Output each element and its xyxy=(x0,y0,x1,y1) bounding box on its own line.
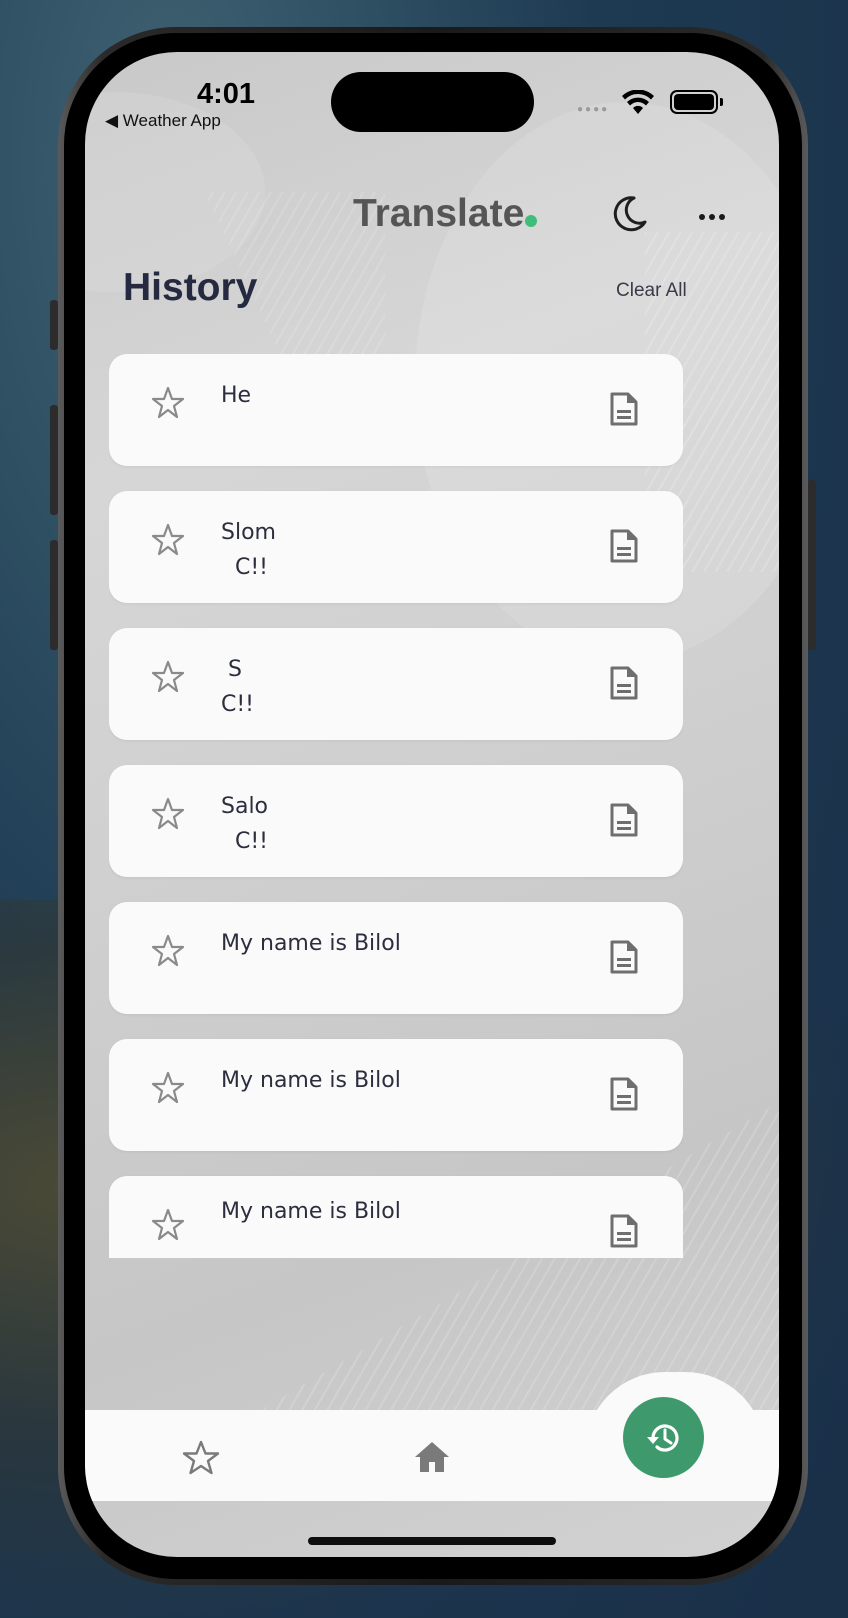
dot xyxy=(699,214,705,220)
page-title: History xyxy=(123,266,258,309)
dot xyxy=(709,214,715,220)
document-icon[interactable] xyxy=(609,391,639,427)
battery-tip xyxy=(720,98,723,106)
status-indicators: ●●●● xyxy=(577,88,727,116)
document-icon[interactable] xyxy=(609,528,639,564)
dot xyxy=(719,214,725,220)
history-item-text: My name is Bilol xyxy=(221,1068,401,1093)
history-item[interactable]: Slom C!! xyxy=(109,491,683,603)
wifi-icon xyxy=(622,90,654,114)
document-icon[interactable] xyxy=(609,1076,639,1112)
history-item-text: He xyxy=(221,383,252,408)
star-icon[interactable] xyxy=(151,934,185,968)
document-icon[interactable] xyxy=(609,939,639,975)
history-item[interactable]: My name is Bilol xyxy=(109,1039,683,1151)
history-item-text: Slom C!! xyxy=(221,520,276,580)
power-button xyxy=(808,480,816,650)
history-item[interactable]: My name is Bilol xyxy=(109,1176,683,1258)
history-item[interactable]: He xyxy=(109,354,683,466)
star-icon[interactable] xyxy=(151,797,185,831)
home-indicator[interactable] xyxy=(308,1537,556,1545)
more-options-button[interactable] xyxy=(690,202,734,232)
back-to-app-link[interactable]: ◀ Weather App xyxy=(105,111,221,131)
history-item[interactable]: My name is Bilol xyxy=(109,902,683,1014)
clear-all-button[interactable]: Clear All xyxy=(616,280,687,302)
document-icon[interactable] xyxy=(609,802,639,838)
status-time: 4:01 xyxy=(196,78,256,110)
star-icon[interactable] xyxy=(151,1071,185,1105)
star-icon[interactable] xyxy=(151,386,185,420)
history-item[interactable]: S C!! xyxy=(109,628,683,740)
history-icon xyxy=(646,1424,679,1452)
home-icon[interactable] xyxy=(413,1440,451,1474)
history-nav-button[interactable] xyxy=(623,1397,704,1478)
dynamic-island xyxy=(331,72,534,132)
history-item[interactable]: Salo C!! xyxy=(109,765,683,877)
history-list[interactable]: He Slom C!! S C!! Salo C!! My name is Bi… xyxy=(109,354,683,1258)
logo-dot xyxy=(525,215,537,227)
history-item-text: My name is Bilol xyxy=(221,931,401,956)
volume-down-button xyxy=(50,540,58,650)
mute-switch xyxy=(50,300,58,350)
star-icon[interactable] xyxy=(151,1208,185,1242)
document-icon[interactable] xyxy=(609,665,639,701)
app-logo: Translate xyxy=(353,192,525,235)
history-item-text: My name is Bilol xyxy=(221,1199,401,1224)
app-screen: 4:01 ◀ Weather App ●●●● Translate Histor… xyxy=(85,52,779,1557)
star-icon[interactable] xyxy=(151,660,185,694)
history-item-text: S C!! xyxy=(221,657,254,717)
moon-icon[interactable] xyxy=(607,192,651,236)
star-icon[interactable] xyxy=(151,523,185,557)
document-icon[interactable] xyxy=(609,1213,639,1249)
battery-icon xyxy=(670,90,718,114)
history-item-text: Salo C!! xyxy=(221,794,269,854)
cellular-signal-icon: ●●●● xyxy=(577,104,610,115)
volume-up-button xyxy=(50,405,58,515)
star-icon[interactable] xyxy=(182,1440,220,1476)
